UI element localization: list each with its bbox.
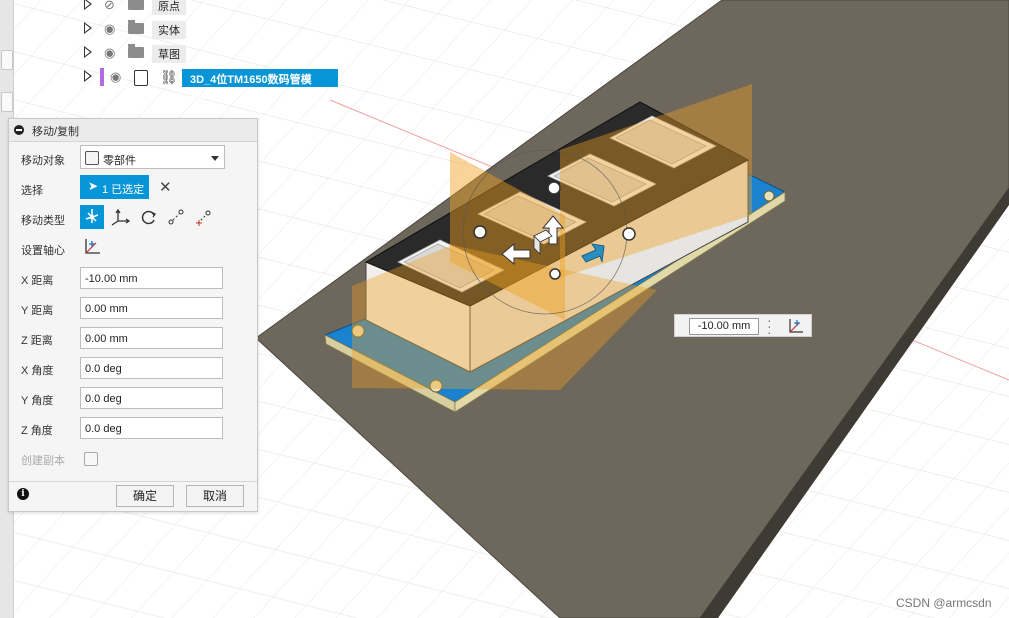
move-copy-dialog: 移动/复制 移动对象 零部件 选择 ➤ 1 已选定 ✕ 移动类型 设置轴心 X … [8,118,258,512]
y-angle-input[interactable]: 0.0 deg [80,387,223,409]
create-copy-checkbox[interactable] [84,452,98,466]
clear-selection-icon[interactable]: ✕ [159,178,172,196]
x-distance-label: X 距离 [21,275,54,287]
z-distance-label: Z 距离 [21,335,53,347]
free-move-icon[interactable] [80,205,104,229]
more-options-icon[interactable]: · · · [767,313,773,339]
dialog-header[interactable]: 移动/复制 [9,119,257,142]
canvas-distance-field[interactable]: -10.00 mm [689,318,759,335]
z-distance-row: Z 距离 0.00 mm [9,325,257,353]
move-object-label: 移动对象 [21,155,65,167]
move-type-label: 移动类型 [21,215,65,227]
folder-icon [128,20,144,34]
move-object-row: 移动对象 零部件 [9,145,257,173]
collapse-icon[interactable] [14,125,24,135]
x-angle-row: X 角度 0.0 deg [9,355,257,383]
pivot-label: 设置轴心 [21,245,65,257]
create-copy-label: 创建副本 [21,455,65,467]
strip-button[interactable] [1,50,13,70]
x-distance-row: X 距离 -10.00 mm [9,265,257,293]
eye-hidden-icon[interactable]: ⊘ [104,0,118,12]
browser-item-origin[interactable]: ⊘ 原点 [76,0,356,16]
z-angle-row: Z 角度 0.0 deg [9,415,257,443]
set-pivot-icon[interactable] [787,317,805,335]
info-icon[interactable]: i [17,488,29,500]
z-angle-label: Z 角度 [21,425,53,437]
set-pivot-icon[interactable] [80,235,104,259]
eye-icon[interactable]: ◉ [104,46,118,60]
y-distance-row: Y 距离 0.00 mm [9,295,257,323]
point-to-position-icon[interactable] [192,205,216,229]
z-angle-input[interactable]: 0.0 deg [80,417,223,439]
browser-item-sketches[interactable]: ◉ 草图 [76,42,356,64]
component-icon [134,70,148,86]
dialog-footer: i 确定 取消 [9,481,257,512]
select-label: 选择 [21,185,43,197]
rotate-icon[interactable] [136,205,160,229]
ok-button[interactable]: 确定 [116,485,174,507]
move-type-row: 移动类型 [9,205,257,233]
cursor-icon: ➤ [88,179,99,193]
create-copy-row: 创建副本 [9,445,257,473]
mount-hole [763,190,775,202]
y-angle-row: Y 角度 0.0 deg [9,385,257,413]
selection-marker [100,68,104,86]
move-object-dropdown[interactable]: 零部件 [80,145,225,169]
browser-item-label: 草图 [152,45,186,63]
selection-count: 1 已选定 [102,184,145,196]
x-distance-input[interactable]: -10.00 mm [80,267,223,289]
eye-icon[interactable]: ◉ [110,70,124,84]
expand-arrow-icon[interactable] [84,46,92,58]
browser-item-label: 3D_4位TM1650数码管模块... [182,69,338,102]
eye-icon[interactable]: ◉ [104,22,118,36]
pivot-row: 设置轴心 [9,235,257,263]
folder-icon [128,0,144,10]
expand-arrow-icon[interactable] [84,0,92,10]
strip-button[interactable] [1,92,13,112]
cancel-button[interactable]: 取消 [186,485,244,507]
expand-arrow-icon[interactable] [84,22,92,34]
select-row: 选择 ➤ 1 已选定 ✕ [9,175,257,203]
selection-button[interactable]: ➤ 1 已选定 [80,175,149,199]
link-icon: ⛓ [160,69,178,85]
move-object-value: 零部件 [103,155,136,167]
x-angle-label: X 角度 [21,365,54,377]
watermark: CSDN @armcsdn [896,596,992,610]
expand-arrow-icon[interactable] [84,70,92,82]
canvas-distance-input: -10.00 mm · · · [674,313,812,339]
x-angle-input[interactable]: 0.0 deg [80,357,223,379]
browser-item-bodies[interactable]: ◉ 实体 [76,18,356,40]
translate-icon[interactable] [108,205,132,229]
browser-item-component[interactable]: ◉ ⛓ 3D_4位TM1650数码管模块... [76,66,356,102]
component-icon [85,151,99,165]
point-to-point-icon[interactable] [164,205,188,229]
browser-item-label: 原点 [152,0,186,15]
chevron-down-icon [211,156,219,161]
y-angle-label: Y 角度 [21,395,54,407]
folder-icon [128,44,144,58]
dialog-title: 移动/复制 [32,126,80,138]
y-distance-input[interactable]: 0.00 mm [80,297,223,319]
y-distance-label: Y 距离 [21,305,54,317]
browser-item-label: 实体 [152,21,186,39]
z-distance-input[interactable]: 0.00 mm [80,327,223,349]
